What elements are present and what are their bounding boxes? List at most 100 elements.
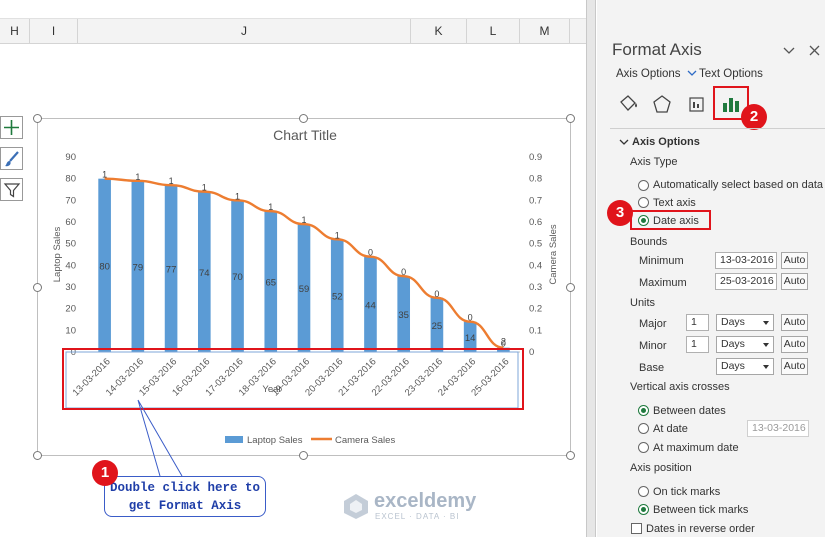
radio-at-date[interactable] [638,423,649,434]
line-data-label: 1 [135,172,140,182]
minor-unit-value: Days [721,338,745,350]
effects-pentagon-icon[interactable] [650,92,674,116]
at-date-input[interactable]: 13-03-2016 [747,420,809,437]
y-axis-tick-label: 90 [65,152,76,163]
chevron-down-icon [687,70,697,76]
close-icon[interactable] [809,43,820,59]
legend-label-camera-sales: Camera Sales [335,435,395,446]
format-axis-pane: Format Axis Axis Options Text Options 2 … [597,0,825,537]
bar-data-label: 70 [232,272,243,283]
tab-text-options[interactable]: Text Options [699,68,763,80]
radio-at-maximum-date[interactable] [638,442,649,453]
chart-title: Chart Title [273,127,337,143]
chart-styles-button[interactable] [0,147,23,170]
step-badge-2: 2 [741,104,767,130]
column-headers: H I J K L M [0,18,586,44]
chart-elements-button[interactable] [0,116,23,139]
maximum-input[interactable]: 25-03-2016 [715,273,777,290]
plus-icon [4,120,19,135]
radio-text-axis[interactable] [638,197,649,208]
pane-options-chevron-icon[interactable] [783,43,795,59]
major-unit-value: Days [721,316,745,328]
y-axis-title: Laptop Sales [52,227,63,283]
dates-reverse-order-checkbox[interactable] [631,523,642,534]
chart-resize-handle[interactable] [33,451,42,460]
filter-icon [3,182,20,198]
callout-line-1: Double click here to [109,481,261,495]
at-maximum-date-label: At maximum date [653,442,739,454]
line-data-label: 1 [102,170,107,180]
chart-resize-handle[interactable] [299,451,308,460]
chart-resize-handle[interactable] [566,114,575,123]
y-axis-tick-label: 30 [65,282,76,293]
y2-axis-tick-label: 0.4 [529,260,542,271]
watermark-name: exceldemy [374,490,477,512]
dropdown-arrow-icon [763,343,769,347]
vertical-axis-crosses-label: Vertical axis crosses [630,381,730,393]
radio-auto-select[interactable] [638,180,649,191]
bar-data-label: 44 [365,300,376,311]
size-properties-icon[interactable] [684,92,708,116]
y2-axis-tick-label: 0.3 [529,282,542,293]
minor-auto-button[interactable]: Auto [781,336,808,353]
step-badge-3: 3 [607,200,633,226]
minimum-auto-button[interactable]: Auto [781,252,808,269]
legend-label-laptop-sales: Laptop Sales [247,435,303,446]
y2-axis-tick-label: 0.2 [529,304,542,315]
fill-line-icon[interactable] [616,92,640,116]
text-axis-label: Text axis [653,197,696,209]
tab-axis-options[interactable]: Axis Options [616,68,697,80]
column-header-k[interactable]: K [411,19,467,44]
y-axis-tick-label: 60 [65,217,76,228]
major-input[interactable]: 1 [686,314,709,331]
callout-line-2: get Format Axis [128,499,242,513]
legend-swatch-laptop-sales [225,436,243,443]
radio-between-tick-marks[interactable] [638,504,649,515]
line-data-label: 1 [235,191,240,201]
chart-filters-button[interactable] [0,178,23,201]
x-axis-title: Year [262,384,281,395]
y-axis-tick-label: 70 [65,195,76,206]
worksheet-area: H I J K L M Chart Title 0 10 20 30 40 50 60 70 80… [0,0,586,537]
radio-between-dates[interactable] [638,405,649,416]
section-collapse-chevron-icon[interactable] [619,138,629,146]
column-header-l[interactable]: L [467,19,520,44]
callout-box: Double click here to get Format Axis [104,476,266,517]
axis-type-label: Axis Type [630,156,678,168]
major-auto-button[interactable]: Auto [781,314,808,331]
chart-resize-handle[interactable] [566,451,575,460]
maximum-label: Maximum [639,277,687,289]
tab-axis-options-label: Axis Options [616,68,681,80]
column-header-i[interactable]: I [30,19,78,44]
radio-on-tick-marks[interactable] [638,486,649,497]
y2-axis-tick-label: 0.1 [529,325,542,336]
base-unit-select[interactable]: Days [716,358,774,375]
minimum-input[interactable]: 13-03-2016 [715,252,777,269]
pane-title: Format Axis [612,40,702,59]
pane-divider [610,128,825,129]
bar-data-label: 25 [432,321,443,332]
axis-position-label: Axis position [630,462,692,474]
bar-data-label: 59 [299,284,310,295]
minor-unit-select[interactable]: Days [716,336,774,353]
bar-data-label: 74 [199,268,210,279]
minor-input[interactable]: 1 [686,336,709,353]
exceldemy-logo-icon [344,494,368,519]
line-data-label: 1 [169,176,174,186]
y2-axis-tick-label: 0.8 [529,174,542,185]
section-axis-options[interactable]: Axis Options [632,136,700,148]
column-header-m[interactable]: M [520,19,570,44]
column-header-h[interactable]: H [0,19,30,44]
bar-data-label: 52 [332,292,343,303]
maximum-auto-button[interactable]: Auto [781,273,808,290]
chart-resize-handle[interactable] [566,283,575,292]
chart-resize-handle[interactable] [33,283,42,292]
chart-resize-handle[interactable] [299,114,308,123]
chart-resize-handle[interactable] [33,114,42,123]
major-unit-select[interactable]: Days [716,314,774,331]
y-axis-tick-label: 20 [65,304,76,315]
vertical-scrollbar[interactable] [586,0,596,537]
base-auto-button[interactable]: Auto [781,358,808,375]
watermark-sub: EXCEL · DATA · BI [375,512,460,521]
column-header-j[interactable]: J [78,19,411,44]
